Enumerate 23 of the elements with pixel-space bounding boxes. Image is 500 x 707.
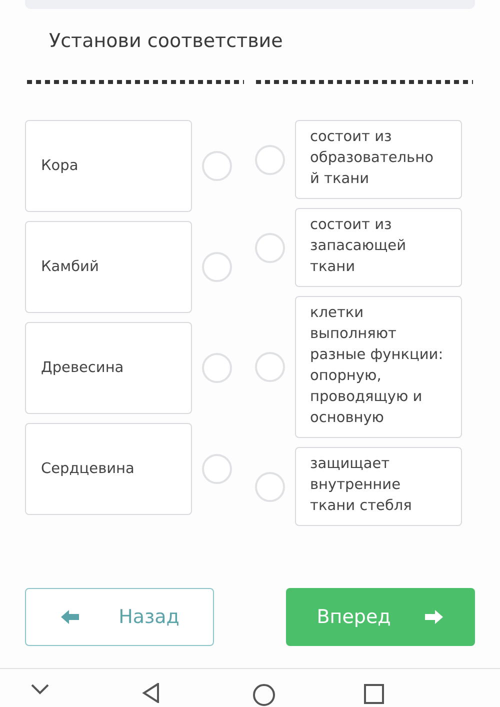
match-card[interactable]: состоит из запасающей ткани [295,208,462,287]
back-triangle-icon[interactable] [141,683,161,703]
match-card[interactable]: состоит из образовательно й ткани [295,120,462,199]
arrow-left-icon [60,609,80,625]
match-card[interactable]: Древесина [25,322,192,414]
arrow-right-icon [424,609,444,625]
match-card[interactable]: Кора [25,120,192,212]
radio-button[interactable] [202,151,232,181]
match-card[interactable]: Камбий [25,221,192,313]
chevron-down-icon[interactable] [30,683,50,695]
question-title: Установи соответствие [49,30,284,52]
radio-button[interactable] [255,144,285,174]
radio-button[interactable] [255,352,285,382]
recent-apps-square-icon[interactable] [363,683,385,705]
match-card[interactable]: клетки выполняют разные функции: опорную, проводящую и основную [295,296,462,438]
radio-button[interactable] [202,454,232,484]
match-card[interactable]: защищает внутренние ткани стебля [295,447,462,526]
radio-button[interactable] [255,232,285,262]
match-card[interactable]: Сердцевина [25,423,192,515]
home-circle-icon[interactable] [252,683,276,707]
radio-button[interactable] [255,472,285,502]
radio-button[interactable] [202,353,232,383]
radio-button[interactable] [202,252,232,282]
